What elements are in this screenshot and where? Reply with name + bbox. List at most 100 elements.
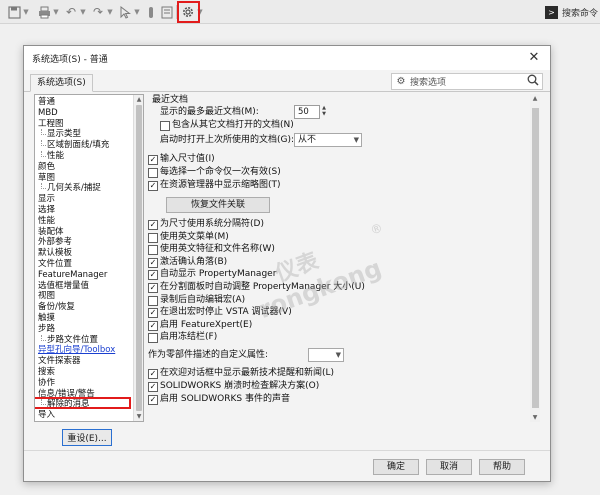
options-tree[interactable]: 普通 MBD 工程图 显示类型 区域剖面线/填充 性能 颜色 草图 几何关系/捕捉 显示 选择 性能装… [34,94,144,422]
option-checkbox[interactable]: ✓ [148,270,158,281]
recover-file-association-button[interactable]: 恢复文件关联 [166,197,270,213]
scroll-down-icon[interactable]: ▼ [531,414,539,421]
undo-icon[interactable]: ↶ [63,4,79,20]
tree-item[interactable]: 搜索 [38,367,55,377]
ok-button[interactable]: 确定 [373,459,419,475]
close-icon[interactable]: ✕ [526,49,542,65]
tree-item[interactable]: 步路文件位置 [41,334,98,345]
tree-item[interactable]: 触摸 [38,313,55,323]
option-checkbox[interactable] [148,295,158,306]
help-button[interactable]: 帮助 [479,459,525,475]
option-checkbox[interactable]: ✓ [148,369,158,379]
tree-item[interactable]: 草图 [38,173,55,183]
reset-button[interactable]: 重设(E)... [62,429,112,446]
option-checkbox[interactable] [148,333,158,344]
tree-item[interactable]: 工程图 [38,119,64,129]
tree-item[interactable]: 文件位置 [38,259,72,269]
tree-item[interactable]: 显示 [38,194,55,204]
redo-icon[interactable]: ↷ [90,4,106,20]
include-other-checkbox[interactable] [160,121,170,131]
option-checkbox[interactable]: ✓ [148,155,158,165]
option-checkbox[interactable]: ✓ [148,382,158,392]
option-checkbox[interactable] [148,232,158,243]
open-last-dropdown[interactable]: 从不 ▼ [294,133,362,147]
tab-system-options[interactable]: 系统选项(S) [30,74,93,92]
option-checkbox[interactable] [148,245,158,256]
tree-item[interactable]: 异型孔向导/Toolbox [38,345,115,355]
tree-item[interactable]: 区域剖面线/填充 [41,140,110,151]
option-label: 自动显示 PropertyManager [160,269,277,280]
option-checkbox[interactable]: ✓ [148,308,158,319]
max-recent-input[interactable]: 50 [294,105,320,119]
tab-strip: 系统选项(S) ⚙ 搜索选项 [24,70,550,92]
option-checkbox[interactable]: ✓ [148,257,158,268]
option-label: 启用冻结栏(F) [160,332,218,343]
tree-item[interactable]: 备份/恢复 [38,302,75,312]
tree-scrollbar[interactable]: ▲ ▼ [133,95,143,421]
tree-item[interactable]: 几何关系/捕捉 [41,183,101,193]
spin-arrows-icon[interactable]: ▲ ▼ [320,105,328,119]
option-label: 启用 SOLIDWORKS 事件的声音 [160,394,290,404]
option-label: 每选择一个命令仅一次有效(S) [160,167,281,178]
scroll-up-icon[interactable]: ▲ [135,95,143,104]
describe-property-dropdown[interactable]: ▼ [308,348,344,362]
panel-scrollbar[interactable]: ▲ ▼ [530,94,540,422]
scroll-up-icon[interactable]: ▲ [531,95,539,102]
tree-item-label: 区域剖面线/填充 [47,140,110,151]
option-label: SOLIDWORKS 崩溃时检查解决方案(O) [160,381,320,391]
tree-item[interactable]: 外部参考 [38,237,72,247]
tree-item[interactable]: 选择 [38,205,55,215]
options-highlight-box [177,1,200,23]
cancel-button[interactable]: 取消 [426,459,472,475]
option-checkbox[interactable]: ✓ [148,395,158,405]
tree-item[interactable]: 装配体 [38,227,64,237]
save-icon[interactable] [6,4,22,20]
gear-icon: ⚙ [396,76,406,87]
main-toolbar: ▼ ▼ ↶ ▼ ↷ ▼ ▼ ▼ > 搜索命令 [0,0,600,24]
tree-item[interactable]: 文件探索器 [38,356,81,366]
tree-item[interactable]: 选值框增量值 [38,281,89,291]
tree-item[interactable]: 协作 [38,378,55,388]
scroll-down-icon[interactable]: ▼ [135,412,143,421]
option-label: 使用英文菜单(M) [160,231,229,242]
tree-item[interactable]: 普通 [38,97,55,107]
chevron-down-icon[interactable]: ▼ [22,6,30,18]
chevron-down-icon[interactable]: ▼ [133,6,141,18]
option-checkbox[interactable]: ✓ [148,220,158,230]
options-search-input[interactable]: 搜索选项 [410,75,524,88]
print-icon[interactable] [36,4,52,20]
options-search[interactable]: ⚙ 搜索选项 [391,73,543,90]
recent-documents-header: 最近文档 [152,95,189,105]
chevron-down-icon[interactable]: ▼ [79,6,87,18]
file-properties-icon[interactable] [159,4,175,20]
option-label: 在分割面板时自动调整 PropertyManager 大小(U) [160,282,365,292]
tree-item[interactable]: 步路 [38,324,55,334]
option-checkbox[interactable]: ✓ [148,283,158,293]
option-checkbox[interactable]: ✓ [148,320,158,331]
tree-item[interactable]: 默认模板 [38,248,72,258]
tree-item[interactable]: 性能 [41,151,65,161]
tree-item[interactable]: 性能 [38,216,55,226]
search-icon[interactable] [524,74,542,90]
tree-item[interactable]: 颜色 [38,162,55,172]
chevron-down-icon: ▼ [335,351,341,359]
chevron-down-icon[interactable]: ▼ [52,6,60,18]
system-options-dialog: 系统选项(S) - 普通 ✕ 系统选项(S) ⚙ 搜索选项 普通 MBD 工程图 显示… [23,45,551,482]
tree-item[interactable]: FeatureManager [38,270,107,280]
command-search[interactable]: > 搜索命令 [545,3,600,21]
tree-item[interactable]: MBD [38,108,58,118]
panel-scroll-thumb[interactable] [532,108,539,408]
chevron-down-icon[interactable]: ▼ [106,6,114,18]
option-checkbox[interactable] [148,168,158,179]
option-label: 使用英文特征和文件名称(W) [160,244,275,255]
select-icon[interactable] [117,4,133,20]
tree-item[interactable]: 显示类型 [41,129,81,139]
command-search-label: 搜索命令 [562,8,599,19]
tree-scroll-thumb[interactable] [136,105,142,411]
option-checkbox[interactable]: ✓ [148,181,158,192]
open-last-label: 启动时打开上次所使用的文档(G): [160,135,295,145]
tree-item[interactable]: 视图 [38,291,55,301]
tree-item[interactable]: 导入 [38,410,55,420]
tree-item-label: 性能 [47,151,65,161]
rebuild-icon[interactable] [143,4,159,20]
